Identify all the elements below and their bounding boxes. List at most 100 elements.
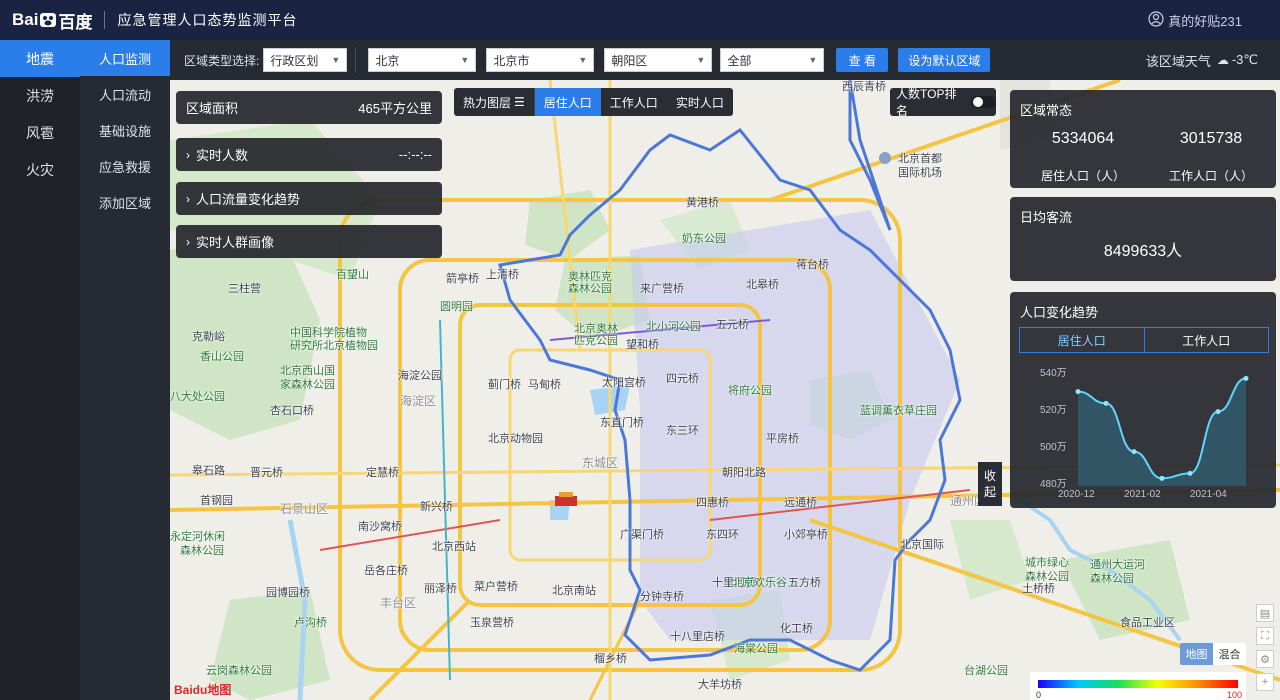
tab-realtime[interactable]: 实时人口	[666, 88, 733, 116]
map-label: 四惠桥	[696, 497, 729, 509]
trend-area	[1078, 378, 1246, 486]
map-label: 将府公园	[728, 385, 772, 397]
work-count-label: 工作人口（人）	[1168, 169, 1253, 183]
weather-info: 该区域天气 ☁ -3℃	[1146, 40, 1258, 80]
toggle-switch[interactable]	[971, 96, 996, 108]
weather-temp: -3℃	[1231, 52, 1258, 67]
map-label: 东直门桥	[600, 417, 644, 429]
top-rank-toggle[interactable]: 人数TOP排名	[890, 87, 996, 118]
trend-chart	[1075, 375, 1249, 486]
fullscreen-icon[interactable]: ⛶	[1256, 627, 1274, 645]
baidu-map-watermark: Baidu地图	[174, 683, 232, 697]
street-select[interactable]: 全部 ▼	[720, 48, 825, 72]
map-label: 石景山区	[280, 502, 329, 516]
district-select[interactable]: 朝阳区 ▼	[604, 48, 713, 72]
nav-infrastructure[interactable]: 基础设施	[80, 112, 170, 148]
map-label: 太阳宫桥	[602, 377, 646, 389]
map-label: 首钢园	[200, 495, 233, 507]
district-value: 朝阳区	[611, 53, 648, 68]
user-name: 真的好贴231	[1168, 13, 1242, 29]
nav-hail[interactable]: 风雹	[0, 114, 80, 151]
trend-point[interactable]	[1131, 449, 1137, 455]
resident-count-label: 居住人口（人）	[1040, 169, 1125, 183]
map-mode-hybrid[interactable]: 混合	[1213, 643, 1246, 665]
map-mode-map[interactable]: 地图	[1180, 643, 1213, 665]
daily-flow-panel: 日均客流 8499633人	[1010, 197, 1276, 281]
tab-resident[interactable]: 居住人口	[534, 88, 601, 116]
map-label: 克勒峪	[192, 331, 225, 343]
map-label: 定慧桥	[366, 467, 399, 479]
map-label: 北皋桥	[746, 279, 779, 291]
chevron-down-icon: ▼	[460, 55, 470, 65]
map-label: 蒋台桥	[796, 259, 829, 271]
trend-tab-work[interactable]: 工作人口	[1145, 328, 1269, 352]
province-select[interactable]: 北京 ▼	[368, 48, 477, 72]
nav-population-monitor[interactable]: 人口监测	[80, 40, 170, 76]
crowd-portrait-panel[interactable]: › 实时人群画像	[176, 225, 442, 258]
region-type-select[interactable]: 行政区划 ▼	[263, 48, 348, 72]
map-label: 十八里店桥	[670, 631, 725, 643]
realtime-count-panel[interactable]: › 实时人数 --:--:--	[176, 138, 442, 171]
map-label: 海淀公园	[398, 370, 442, 382]
chevron-right-icon: ›	[186, 191, 190, 206]
map-label: 北小河公园	[646, 321, 701, 333]
logo-text-right: 百度	[58, 12, 93, 32]
y-tick: 480万	[1040, 479, 1067, 490]
trend-tab-resident[interactable]: 居住人口	[1020, 328, 1145, 352]
map-label: 平房桥	[766, 433, 799, 445]
map-label: 五方桥	[788, 577, 821, 589]
app-header: Bai 百度 应急管理人口态势监测平台 真的好贴231	[0, 0, 1280, 40]
map-label: 海淀区	[400, 394, 437, 408]
map-label: 蓝调薰衣草庄园	[860, 405, 937, 417]
map-label: 匹克公园	[574, 335, 618, 347]
trend-point[interactable]	[1075, 389, 1081, 395]
map-label: 化工桥	[780, 623, 813, 635]
map-label: 蓟门桥	[488, 379, 521, 391]
nav-emergency-rescue[interactable]: 应急救援	[80, 148, 170, 184]
trend-point[interactable]	[1159, 475, 1165, 481]
trend-point[interactable]	[1187, 470, 1193, 476]
nav-add-region[interactable]: 添加区域	[80, 184, 170, 220]
view-button[interactable]: 查 看	[836, 48, 889, 72]
x-tick: 2020-12	[1058, 489, 1095, 500]
map-label: 马甸桥	[528, 379, 561, 391]
map-label: 北京动物园	[488, 433, 543, 445]
map-label: 海棠公园	[734, 643, 778, 655]
user-icon	[1148, 10, 1168, 30]
map-label: 望和桥	[626, 339, 659, 351]
tab-work[interactable]: 工作人口	[600, 88, 667, 116]
trend-point[interactable]	[1215, 409, 1221, 415]
nav-population-flow[interactable]: 人口流动	[80, 76, 170, 112]
heatmap-layer-button[interactable]: 热力图层 ☰	[454, 88, 535, 116]
collapse-char-2: 起	[983, 485, 996, 499]
map-label: 上清桥	[486, 269, 519, 281]
trend-point[interactable]	[1103, 400, 1109, 406]
map-label: 榴乡桥	[594, 653, 627, 665]
trend-point[interactable]	[1243, 375, 1249, 381]
map-label: 黄港桥	[686, 197, 719, 209]
region-type-label: 区域类型选择:	[184, 53, 260, 68]
map-label: 家森林公园	[280, 379, 335, 391]
crowd-portrait-label: 实时人群画像	[196, 235, 275, 250]
layers-icon[interactable]: ▤	[1256, 604, 1274, 622]
zoom-in-icon[interactable]: +	[1256, 673, 1274, 691]
map-label: 百望山	[336, 269, 369, 281]
settings-icon[interactable]: ⚙	[1256, 650, 1274, 668]
nav-fire[interactable]: 火灾	[0, 151, 80, 188]
nav-earthquake[interactable]: 地震	[0, 40, 80, 77]
city-select[interactable]: 北京市 ▼	[486, 48, 595, 72]
nav-flood[interactable]: 洪涝	[0, 77, 80, 114]
province-value: 北京	[375, 53, 400, 68]
secondary-nav: 人口监测 人口流动 基础设施 应急救援 添加区域	[80, 40, 170, 700]
x-tick: 2021-02	[1124, 489, 1161, 500]
chevron-right-icon: ›	[186, 147, 190, 162]
map-label: 三柱营	[228, 283, 261, 295]
collapse-button[interactable]: 收 起	[978, 462, 1002, 506]
heat-legend: 0 100	[1030, 672, 1246, 700]
user-menu[interactable]: 真的好贴231	[1148, 0, 1242, 40]
map-label: 菜户营桥	[474, 581, 518, 593]
flow-trend-panel[interactable]: › 人口流量变化趋势	[176, 182, 442, 215]
collapse-char-1: 收	[983, 469, 996, 483]
set-default-button[interactable]: 设为默认区域	[898, 48, 991, 72]
map-label: 研究所北京植物园	[290, 340, 378, 352]
